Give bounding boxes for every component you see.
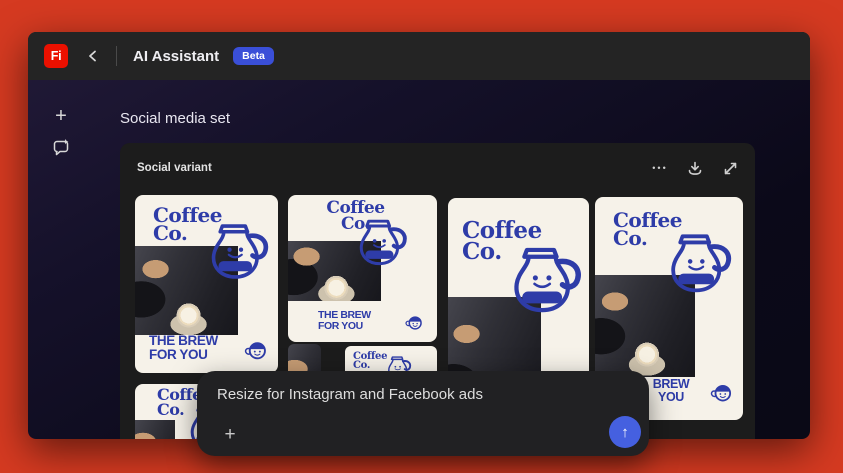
prompt-bar[interactable]: Resize for Instagram and Facebook ads + … [197, 371, 649, 456]
chat-sparkle-icon [53, 139, 69, 156]
back-button[interactable] [82, 45, 104, 67]
brand-name: Coffee Co. [153, 203, 222, 246]
tagline: THE BREW FOR YOU [149, 332, 218, 362]
more-options-button[interactable]: ••• [651, 159, 669, 177]
brand-name: Coffee Co. [613, 208, 682, 251]
barista-photo [135, 420, 175, 439]
panel-actions: ••• [651, 159, 739, 177]
topbar-divider [116, 46, 117, 66]
firefly-logo: Fi [44, 44, 68, 68]
feedback-button[interactable] [46, 133, 76, 163]
back-chevron-icon [89, 50, 96, 62]
coffee-mug-icon [709, 380, 735, 404]
expand-icon [724, 162, 736, 174]
download-icon [688, 161, 702, 175]
more-options-icon: ••• [652, 163, 668, 173]
download-button[interactable] [686, 159, 704, 177]
page-title: AI Assistant [133, 47, 220, 65]
plus-icon: + [55, 104, 67, 127]
tagline: BREW YOU [652, 377, 690, 404]
app-topbar: Fi AI Assistant Beta [28, 32, 810, 80]
variant-card-portrait[interactable]: Coffee Co. THE BREW FOR YOU [135, 195, 278, 373]
attach-plus-icon: + [224, 424, 236, 445]
new-chat-button[interactable]: + [46, 101, 76, 131]
brand-name: Coffee Co. [462, 217, 542, 266]
beta-badge: Beta [233, 47, 274, 65]
red-frame: Fi AI Assistant Beta + Social media set … [0, 0, 843, 473]
send-arrow-icon: ↑ [621, 423, 629, 441]
send-button[interactable]: ↑ [609, 416, 641, 448]
prompt-input[interactable]: Resize for Instagram and Facebook ads [217, 386, 483, 403]
sidebar: + [28, 80, 94, 439]
attach-button[interactable]: + [217, 422, 243, 448]
expand-button[interactable] [721, 159, 739, 177]
coffee-mug-icon [243, 337, 270, 362]
firefly-logo-text: Fi [50, 49, 62, 63]
variant-card-square[interactable]: Coffee Co. THE BREW FOR YOU [288, 195, 437, 342]
tagline: THE BREW FOR YOU [318, 309, 371, 333]
brand-name: Coffee Co. [326, 198, 385, 234]
coffee-mug-icon [404, 312, 425, 332]
set-heading: Social media set [120, 110, 231, 127]
panel-title: Social variant [137, 162, 212, 174]
